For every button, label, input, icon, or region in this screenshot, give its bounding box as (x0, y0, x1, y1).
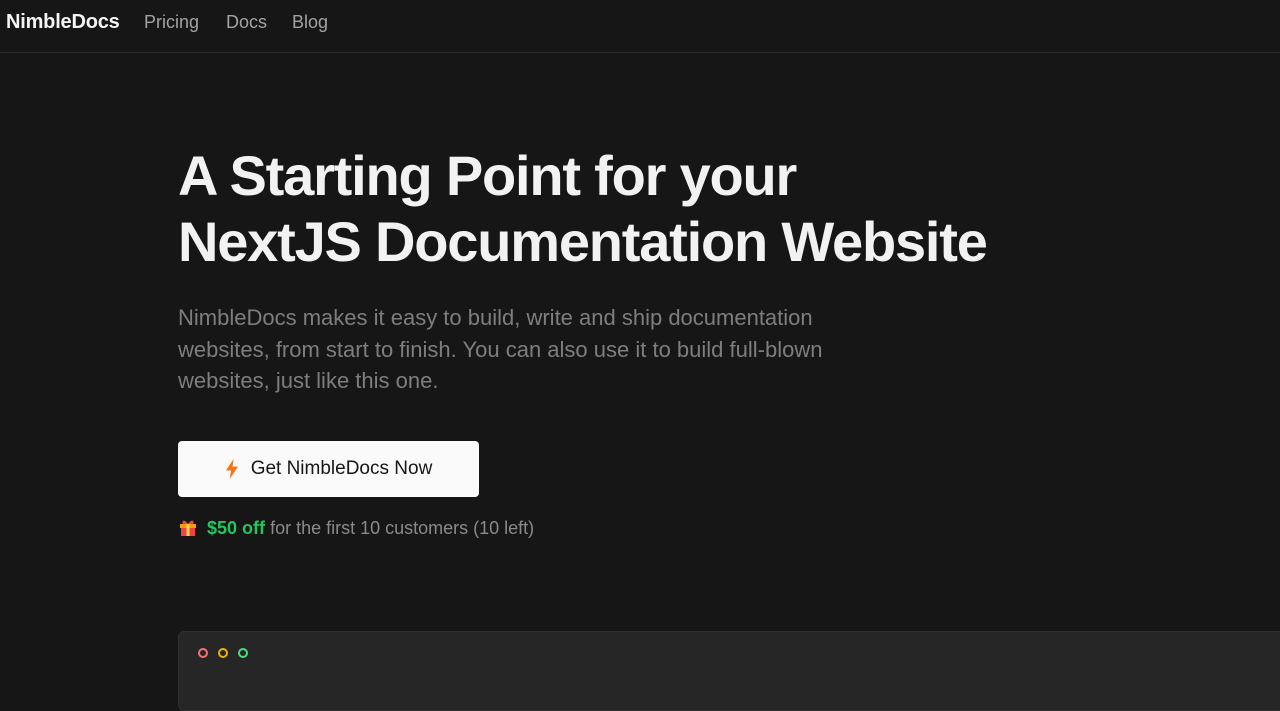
promo-text: for the first 10 customers (10 left) (270, 518, 535, 538)
top-navigation: NimbleDocs Pricing Docs Blog (0, 0, 1280, 53)
preview-window (178, 631, 1280, 711)
nav-link-docs[interactable]: Docs (226, 12, 267, 33)
hero-title: A Starting Point for your NextJS Documen… (178, 143, 1078, 275)
hero-title-line-2: NextJS Documentation Website (178, 210, 988, 273)
window-minimize-dot[interactable] (218, 648, 228, 658)
nav-link-pricing[interactable]: Pricing (144, 12, 199, 33)
cta-label: Get NimbleDocs Now (250, 458, 433, 479)
nav-link-blog[interactable]: Blog (292, 12, 328, 33)
lightning-bolt-icon (225, 459, 238, 479)
window-close-dot[interactable] (198, 648, 208, 658)
brand-logo-link[interactable]: NimbleDocs (6, 11, 120, 34)
hero-subtitle: NimbleDocs makes it easy to build, write… (178, 305, 823, 393)
gift-icon (180, 520, 196, 536)
get-nimbledocs-button[interactable]: Get NimbleDocs Now (178, 441, 479, 497)
discount-highlight: $50 off (207, 518, 266, 538)
window-maximize-dot[interactable] (238, 648, 248, 658)
promo-banner: $50 off for the first 10 customers (10 l… (178, 516, 534, 540)
hero-title-line-1: A Starting Point for your (178, 144, 797, 207)
